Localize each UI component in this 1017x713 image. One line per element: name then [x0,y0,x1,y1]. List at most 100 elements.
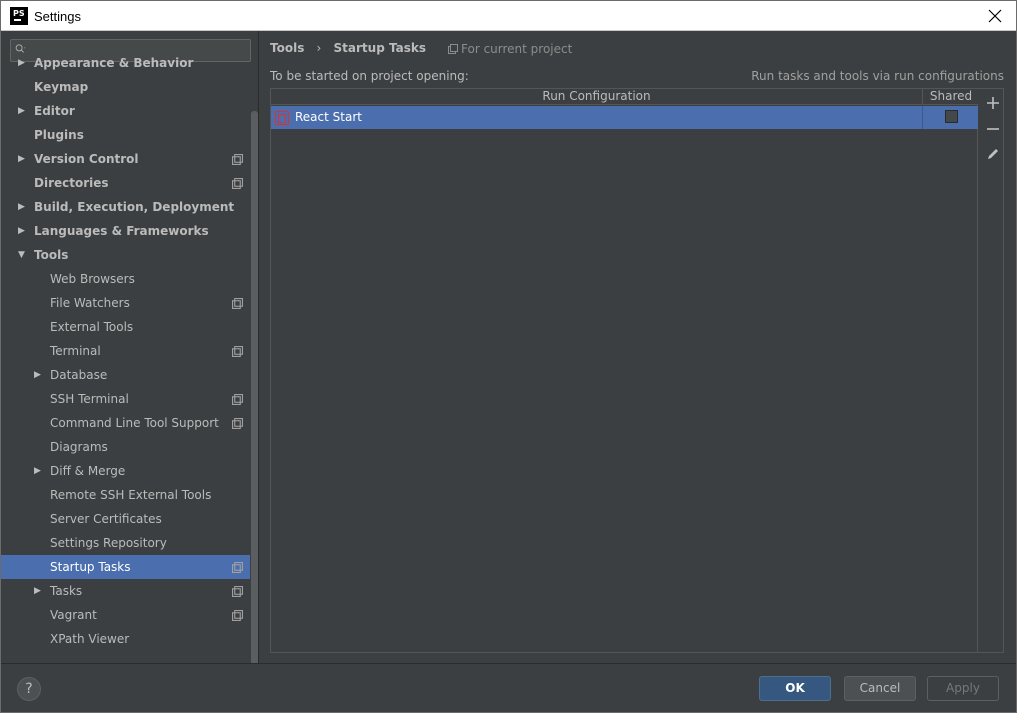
column-header-run-configuration[interactable]: Run Configuration [271,89,923,105]
sidebar-item-terminal[interactable]: Terminal [1,339,258,363]
sidebar-item-keymap[interactable]: Keymap [1,75,258,99]
sidebar-item-command-line-tool-support[interactable]: Command Line Tool Support [1,411,258,435]
add-icon[interactable] [985,95,1001,111]
close-icon [988,9,1002,23]
sidebar-item-label: Startup Tasks [50,560,131,574]
phpstorm-app-icon: PS [10,7,28,25]
sidebar-item-label: Version Control [34,152,139,166]
remove-icon[interactable] [985,121,1001,137]
run-configurations-hint: Run tasks and tools via run configuratio… [751,69,1004,83]
sidebar-item-label: Editor [34,104,75,118]
project-scope-icon [232,178,243,189]
help-button[interactable]: ? [17,677,41,701]
sidebar-item-label: SSH Terminal [50,392,129,406]
edit-icon[interactable] [985,146,1001,162]
collapsed-arrow-icon[interactable]: ▶ [18,195,25,219]
breadcrumb-tools[interactable]: Tools [270,41,304,55]
sidebar-item-plugins[interactable]: Plugins [1,123,258,147]
collapsed-arrow-icon[interactable]: ▶ [18,99,25,123]
collapsed-arrow-icon[interactable]: ▶ [34,363,41,387]
sidebar-item-label: Diagrams [50,440,108,454]
sidebar-item-tools[interactable]: ▼ Tools [1,243,258,267]
sidebar-item-diagrams[interactable]: Diagrams [1,435,258,459]
sidebar-item-appearance-behavior[interactable]: ▶ Appearance & Behavior [1,51,258,75]
table-header: Run Configuration Shared [271,89,978,105]
startup-tasks-panel: Tools › Startup Tasks For current projec… [259,31,1017,663]
sidebar-item-label: File Watchers [50,296,130,310]
sidebar-item-label: Directories [34,176,109,190]
project-scope-icon [232,394,243,405]
sidebar-item-label: Command Line Tool Support [50,416,219,430]
sidebar-item-xpath-viewer[interactable]: XPath Viewer [1,627,258,651]
sidebar-item-label: External Tools [50,320,134,334]
sidebar-item-label: Keymap [34,80,89,94]
collapsed-arrow-icon[interactable]: ▶ [18,219,25,243]
run-configuration-name: React Start [295,110,362,124]
project-scope-icon [232,154,243,165]
sidebar-item-diff-merge[interactable]: ▶ Diff & Merge [1,459,258,483]
shared-checkbox[interactable] [945,110,958,123]
table-row[interactable]: React Start [271,106,978,129]
collapsed-arrow-icon[interactable]: ▶ [34,459,41,483]
settings-sidebar: ▶ Appearance & Behavior Keymap ▶ Editor Plugi… [1,31,259,663]
sidebar-item-startup-tasks[interactable]: Startup Tasks [1,555,258,579]
cancel-button[interactable]: Cancel [844,676,916,701]
table-toolbar [979,89,1005,652]
sidebar-item-label: Server Certificates [50,512,162,526]
sidebar-item-remote-ssh-external-tools[interactable]: Remote SSH External Tools [1,483,258,507]
sidebar-item-label: XPath Viewer [50,632,130,646]
sidebar-item-version-control[interactable]: ▶ Version Control [1,147,258,171]
apply-button[interactable]: Apply [927,676,999,701]
sidebar-item-tasks[interactable]: ▶ Tasks [1,579,258,603]
project-scope-icon [232,298,243,309]
close-button[interactable] [984,5,1006,27]
sidebar-item-database[interactable]: ▶ Database [1,363,258,387]
sidebar-item-label: Settings Repository [50,536,167,550]
expanded-arrow-icon[interactable]: ▼ [18,243,25,267]
sidebar-item-label: Remote SSH External Tools [50,488,212,502]
project-scope-icon [232,418,243,429]
project-scope-icon [448,44,458,54]
collapsed-arrow-icon[interactable]: ▶ [18,51,25,75]
sidebar-scrollbar[interactable] [250,111,258,663]
sidebar-item-label: Languages & Frameworks [34,224,209,238]
title-bar: PS Settings [0,0,1017,31]
project-scope-icon [232,586,243,597]
sidebar-item-editor[interactable]: ▶ Editor [1,99,258,123]
sidebar-item-ssh-terminal[interactable]: SSH Terminal [1,387,258,411]
scope-label: For current project [461,42,573,56]
sidebar-item-file-watchers[interactable]: File Watchers [1,291,258,315]
collapsed-arrow-icon[interactable]: ▶ [18,147,25,171]
sidebar-item-label: Appearance & Behavior [34,56,194,70]
breadcrumb-startup-tasks: Startup Tasks [333,41,426,55]
sidebar-item-external-tools[interactable]: External Tools [1,315,258,339]
sidebar-item-label: Tools [34,248,69,262]
run-configuration-cell[interactable]: React Start [271,106,923,129]
dialog-footer: ? OK Cancel Apply [1,663,1017,713]
project-scope-icon [232,562,243,573]
collapsed-arrow-icon[interactable]: ▶ [34,579,41,603]
sidebar-item-directories[interactable]: Directories [1,171,258,195]
sidebar-item-settings-repository[interactable]: Settings Repository [1,531,258,555]
shared-cell [924,106,978,129]
startup-tasks-table[interactable]: Run Configuration Shared React Start [271,89,978,652]
startup-tasks-table-container: Run Configuration Shared React Start [270,88,1004,653]
sidebar-scroll-thumb[interactable] [251,111,258,663]
sidebar-item-label: Plugins [34,128,84,142]
sidebar-item-web-browsers[interactable]: Web Browsers [1,267,258,291]
sidebar-item-languages-frameworks[interactable]: ▶ Languages & Frameworks [1,219,258,243]
sidebar-item-label: Vagrant [50,608,97,622]
sidebar-item-build-execution-deployment[interactable]: ▶ Build, Execution, Deployment [1,195,258,219]
sidebar-item-label: Web Browsers [50,272,135,286]
scope-indicator: For current project [448,42,572,56]
window-title: Settings [34,9,81,24]
column-header-shared[interactable]: Shared [924,89,978,105]
section-label: To be started on project opening: [270,69,469,83]
ok-button[interactable]: OK [759,676,831,701]
sidebar-item-label: Diff & Merge [50,464,126,478]
sidebar-item-label: Terminal [50,344,101,358]
sidebar-item-server-certificates[interactable]: Server Certificates [1,507,258,531]
project-scope-icon [232,346,243,357]
sidebar-item-vagrant[interactable]: Vagrant [1,603,258,627]
sidebar-item-label: Build, Execution, Deployment [34,200,235,214]
